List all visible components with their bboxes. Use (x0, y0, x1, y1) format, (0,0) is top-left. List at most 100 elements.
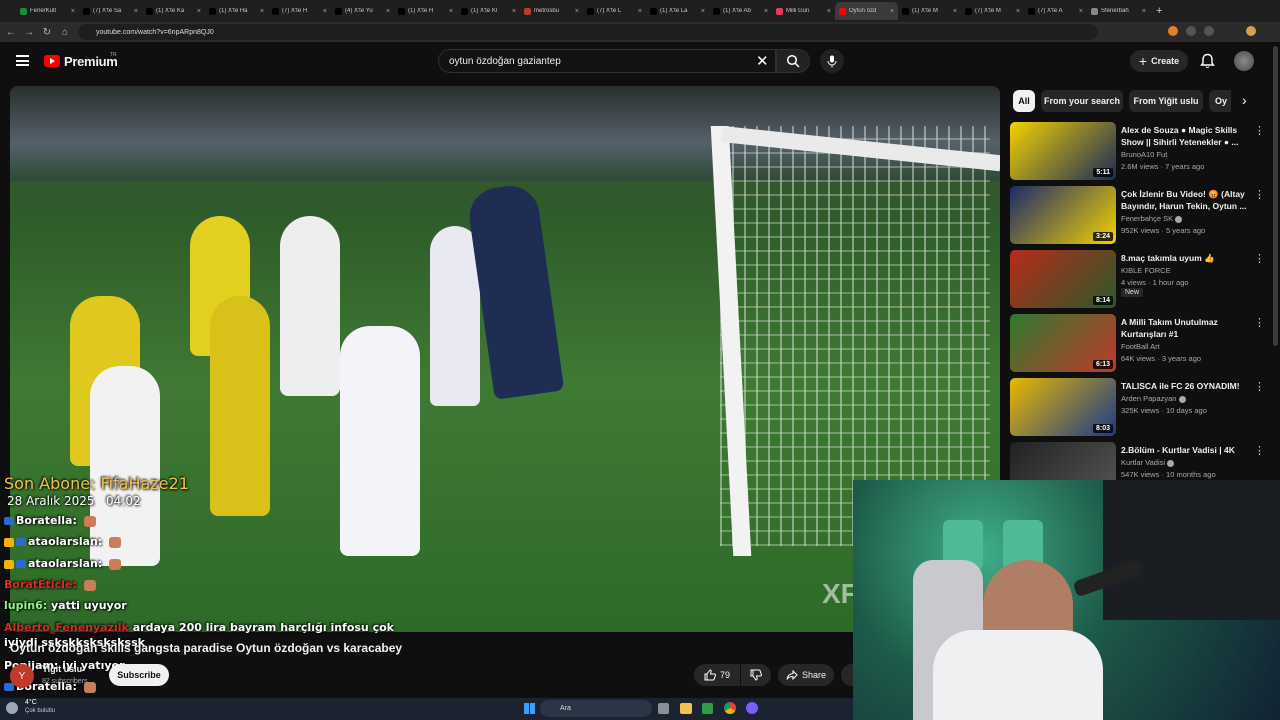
clear-search-icon[interactable]: ✕ (756, 52, 769, 70)
close-tab-icon[interactable]: × (1079, 8, 1083, 15)
recommended-video[interactable]: 3:24 Çok İzlenir Bu Video! 😡 (Altay Bayın… (1010, 186, 1272, 246)
browser-tab[interactable]: (1) X'te Ab × (709, 2, 772, 20)
browser-tab[interactable]: FenerKutl × (16, 2, 79, 20)
chip-all[interactable]: All (1013, 90, 1035, 112)
close-tab-icon[interactable]: × (260, 8, 264, 15)
forward-icon[interactable]: → (20, 27, 38, 38)
recommended-video[interactable]: 8:03 TALISCA ile FC 26 OYNADIM! Arden Papa… (1010, 378, 1272, 438)
close-tab-icon[interactable]: × (1142, 8, 1146, 15)
profile-avatar-icon[interactable] (1246, 26, 1256, 36)
channel-avatar[interactable]: Y (10, 664, 34, 688)
video-thumbnail[interactable]: 8:14 (1010, 250, 1116, 308)
browser-tab[interactable]: (1) X'te H × (394, 2, 457, 20)
more-actions-button[interactable] (841, 664, 853, 686)
video-thumbnail[interactable]: 3:24 (1010, 186, 1116, 244)
browser-tab[interactable]: (1) X'te Ha × (205, 2, 268, 20)
close-tab-icon[interactable]: × (323, 8, 327, 15)
recommended-channel[interactable]: BrunoA10 Fut (1121, 150, 1167, 159)
browser-tab[interactable]: (1) X'te Ka × (142, 2, 205, 20)
recommended-video-title[interactable]: Çok İzlenir Bu Video! 😡 (Altay Bayındır,… (1121, 188, 1249, 212)
notifications-bell-icon[interactable] (1200, 53, 1215, 69)
recommended-video[interactable]: 5:11 Alex de Souza ● Magic Skills Show ||… (1010, 122, 1272, 182)
browser-tab[interactable]: (7) X'te A × (1024, 2, 1087, 20)
more-vert-icon[interactable]: ⋮ (1254, 252, 1265, 265)
close-tab-icon[interactable]: × (575, 8, 579, 15)
recommended-video-title[interactable]: A Milli Takım Unutulmaz Kurtarışları #1 (1121, 316, 1249, 340)
close-tab-icon[interactable]: × (890, 8, 894, 15)
menu-icon[interactable] (16, 55, 29, 66)
recommended-video-title[interactable]: TALISCA ile FC 26 OYNADIM! (1121, 380, 1249, 392)
chip-from-channel[interactable]: From Yiğit uslu (1129, 90, 1203, 112)
recommended-channel[interactable]: Arden Papazyan (1121, 394, 1186, 403)
close-tab-icon[interactable]: × (1016, 8, 1020, 15)
more-vert-icon[interactable]: ⋮ (1254, 124, 1265, 137)
search-input[interactable]: oytun özdoğan gaziantep (438, 49, 776, 73)
recommended-video[interactable]: 6:13 A Milli Takım Unutulmaz Kurtarışları… (1010, 314, 1272, 374)
recommended-video-title[interactable]: 8.maç takımla uyum 👍 (1121, 252, 1249, 264)
close-tab-icon[interactable]: × (449, 8, 453, 15)
recommended-channel[interactable]: Fenerbahçe SK (1121, 214, 1183, 223)
recommended-video[interactable]: 8:14 8.maç takımla uyum 👍 KIBLE FORCE 4 vie… (1010, 250, 1272, 310)
close-tab-icon[interactable]: × (197, 8, 201, 15)
browser-tab[interactable]: (1) X'te M × (898, 2, 961, 20)
chevron-right-icon[interactable]: › (1242, 92, 1247, 108)
reload-icon[interactable]: ↻ (38, 27, 56, 38)
browser-tab[interactable]: (1) X'te Kl × (457, 2, 520, 20)
more-vert-icon[interactable]: ⋮ (1254, 188, 1265, 201)
voice-search-button[interactable] (820, 49, 844, 73)
video-thumbnail[interactable]: 8:03 (1010, 378, 1116, 436)
video-thumbnail[interactable]: 5:11 (1010, 122, 1116, 180)
recommended-video-title[interactable]: Alex de Souza ● Magic Skills Show || Sih… (1121, 124, 1249, 148)
like-button[interactable]: 79 (694, 664, 740, 686)
browser-tab[interactable]: (4) X'te Yu × (331, 2, 394, 20)
browser-tab[interactable]: Sfenerbah × (1087, 2, 1150, 20)
windows-start-icon[interactable] (524, 703, 535, 714)
channel-name[interactable]: Yiğit uslu (42, 664, 82, 674)
close-tab-icon[interactable]: × (764, 8, 768, 15)
more-vert-icon[interactable]: ⋮ (1254, 316, 1265, 329)
create-button[interactable]: + Create (1130, 50, 1188, 72)
browser-tab[interactable]: (7) X'te Sa × (79, 2, 142, 20)
more-vert-icon[interactable]: ⋮ (1254, 380, 1265, 393)
search-button[interactable] (776, 49, 810, 73)
browser-tab[interactable]: (7) X'te H × (268, 2, 331, 20)
video-player[interactable]: XF (10, 86, 1000, 632)
browser-tab[interactable]: metrosbu × (520, 2, 583, 20)
subscribe-button[interactable]: Subscribe (109, 664, 169, 686)
taskbar-search-box[interactable]: Ara (540, 700, 652, 717)
extension-icon[interactable] (1204, 26, 1214, 36)
browser-tab[interactable]: Oytun özd × (835, 2, 898, 20)
close-tab-icon[interactable]: × (701, 8, 705, 15)
close-tab-icon[interactable]: × (71, 8, 75, 15)
browser-tab[interactable]: Milli Gün × (772, 2, 835, 20)
page-scrollbar[interactable] (1273, 46, 1278, 346)
extension-icon[interactable] (1168, 26, 1178, 36)
browser-tab[interactable]: (1) X'te La × (646, 2, 709, 20)
close-tab-icon[interactable]: × (512, 8, 516, 15)
close-tab-icon[interactable]: × (386, 8, 390, 15)
new-tab-icon[interactable]: + (1156, 5, 1162, 17)
youtube-logo-icon[interactable] (44, 55, 60, 67)
close-tab-icon[interactable]: × (953, 8, 957, 15)
chip-more[interactable]: Oy (1209, 90, 1231, 112)
recommended-video-title[interactable]: 2.Bölüm - Kurtlar Vadisi | 4K (1121, 444, 1249, 456)
account-avatar[interactable] (1234, 51, 1254, 71)
taskbar-app-icon[interactable] (746, 702, 758, 714)
taskbar-app-icon[interactable] (658, 703, 669, 714)
file-explorer-icon[interactable] (680, 703, 692, 714)
dislike-button[interactable] (741, 664, 771, 686)
home-icon[interactable]: ⌂ (56, 27, 74, 38)
more-vert-icon[interactable]: ⋮ (1254, 444, 1265, 457)
close-tab-icon[interactable]: × (827, 8, 831, 15)
extension-icon[interactable] (1186, 26, 1196, 36)
recommended-channel[interactable]: FootBall Art (1121, 342, 1160, 351)
back-icon[interactable]: ← (2, 27, 20, 38)
close-tab-icon[interactable]: × (638, 8, 642, 15)
share-button[interactable]: Share (778, 664, 834, 686)
browser-tab[interactable]: (7) X'te M × (961, 2, 1024, 20)
chip-from-your-search[interactable]: From your search (1041, 90, 1123, 112)
address-bar[interactable]: youtube.com/watch?v=6npARpn8QJ0 (78, 24, 1098, 40)
browser-tab[interactable]: (7) X'te L × (583, 2, 646, 20)
recommended-channel[interactable]: Kurtlar Vadisi (1121, 458, 1175, 467)
video-thumbnail[interactable]: 6:13 (1010, 314, 1116, 372)
